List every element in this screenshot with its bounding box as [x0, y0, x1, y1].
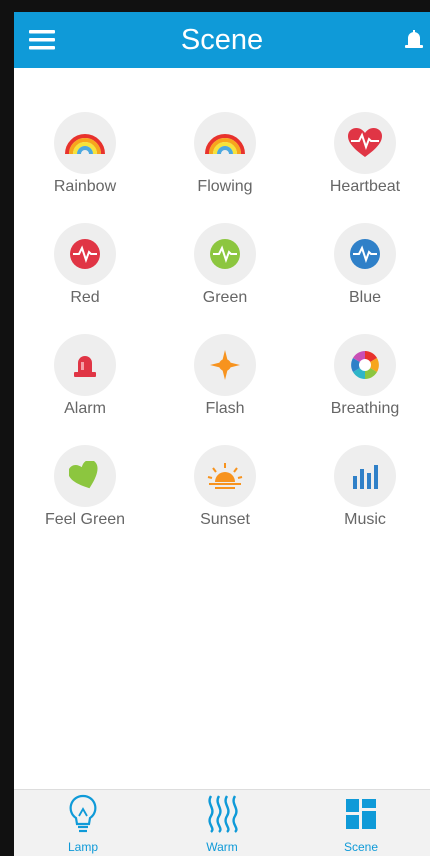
- scene-icon-circle: [194, 445, 256, 507]
- scene-label: Alarm: [64, 400, 106, 417]
- scene-label: Flowing: [197, 178, 253, 195]
- scene-icon-circle: [194, 112, 256, 174]
- breathing-pinwheel-icon: [351, 351, 379, 379]
- menu-button[interactable]: [28, 26, 56, 54]
- scene-icon-circle: [54, 445, 116, 507]
- tab-icon: [341, 794, 381, 834]
- scene-blue[interactable]: Blue: [310, 223, 420, 323]
- green-pulse-icon: [210, 239, 240, 269]
- scene-rainbow[interactable]: Rainbow: [30, 112, 140, 212]
- scene-icon-circle: [54, 112, 116, 174]
- scene-icon-circle: [334, 334, 396, 396]
- tab-icon: [202, 794, 242, 834]
- scene-label: Heartbeat: [329, 178, 401, 195]
- scene-label: Sunset: [200, 511, 250, 528]
- tab-label: Warm: [206, 840, 238, 854]
- scene-label: Flash: [205, 400, 245, 417]
- rainbow-icon: [205, 134, 245, 155]
- scene-breathing[interactable]: Breathing: [310, 334, 420, 434]
- scene-icon-circle: [54, 334, 116, 396]
- flash-star-icon: [210, 350, 240, 380]
- scene-icon-circle: [194, 223, 256, 285]
- blue-pulse-icon: [350, 239, 380, 269]
- scene-flash[interactable]: Flash: [170, 334, 280, 434]
- scene-sunset[interactable]: Sunset: [170, 445, 280, 545]
- scene-heartbeat[interactable]: Heartbeat: [310, 112, 420, 212]
- siren-icon: [74, 356, 96, 377]
- tab-label: Lamp: [67, 840, 99, 854]
- tab-warm[interactable]: Warm: [153, 790, 291, 856]
- heartbeat-icon: [348, 128, 382, 157]
- app-bar: Scene: [14, 12, 430, 68]
- scene-label: Rainbow: [53, 178, 117, 195]
- green-heart-icon: [69, 461, 98, 489]
- scene-label: Feel Green: [44, 511, 126, 528]
- warm-waves-icon: [208, 795, 238, 833]
- bottom-tab-bar: Lamp Warm Scene: [14, 789, 430, 856]
- scene-green[interactable]: Green: [170, 223, 280, 323]
- alarm-bell-icon: [405, 30, 423, 48]
- rainbow-icon: [65, 134, 105, 155]
- tab-scene[interactable]: Scene: [292, 790, 430, 856]
- sunset-icon: [207, 463, 243, 489]
- scene-label: Blue: [348, 289, 382, 306]
- scene-music[interactable]: Music: [310, 445, 420, 545]
- hamburger-menu-icon: [29, 30, 55, 50]
- scene-icon-circle: [334, 112, 396, 174]
- scene-label: Red: [70, 289, 100, 306]
- scene-feel-green[interactable]: Feel Green: [30, 445, 140, 545]
- tab-label: Scene: [343, 840, 379, 854]
- scene-label: Breathing: [330, 400, 400, 417]
- app-screen: Scene Rainbow Flowing Heartbeat Red Gree…: [14, 12, 430, 856]
- scene-label: Music: [344, 511, 386, 528]
- scene-red[interactable]: Red: [30, 223, 140, 323]
- alarm-button[interactable]: [400, 26, 428, 54]
- device-frame: Scene Rainbow Flowing Heartbeat Red Gree…: [0, 0, 430, 856]
- scene-flowing[interactable]: Flowing: [170, 112, 280, 212]
- tab-lamp[interactable]: Lamp: [14, 790, 152, 856]
- scene-alarm[interactable]: Alarm: [30, 334, 140, 434]
- music-bars-icon: [353, 465, 378, 489]
- lightbulb-icon: [69, 794, 97, 833]
- scene-icon-circle: [334, 223, 396, 285]
- scene-label: Green: [202, 289, 248, 306]
- tab-icon: [63, 794, 103, 834]
- page-title: Scene: [180, 24, 264, 56]
- scene-grid-icon: [346, 799, 376, 829]
- scene-icon-circle: [334, 445, 396, 507]
- red-pulse-icon: [70, 239, 100, 269]
- scene-icon-circle: [54, 223, 116, 285]
- scene-icon-circle: [194, 334, 256, 396]
